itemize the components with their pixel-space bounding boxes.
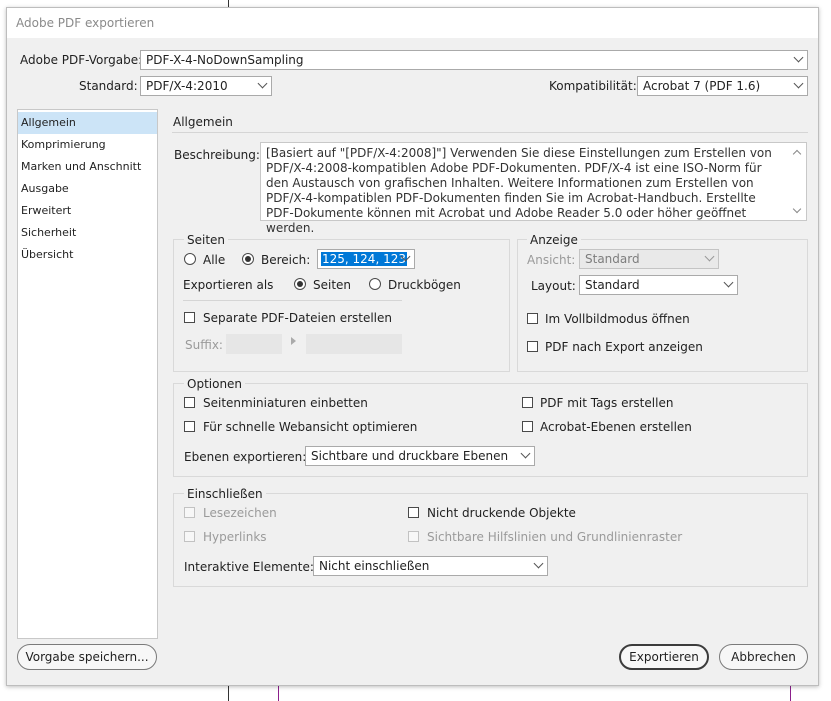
non-printing-objects-checkbox[interactable] bbox=[408, 507, 419, 518]
interactive-elements-value: Nicht einschließen bbox=[319, 559, 430, 573]
window-title: Adobe PDF exportieren bbox=[16, 16, 155, 30]
scroll-down-icon[interactable] bbox=[792, 204, 802, 214]
description-label: Beschreibung: bbox=[174, 148, 260, 162]
standard-value: PDF/X-4:2010 bbox=[146, 79, 228, 93]
title-divider bbox=[172, 132, 808, 133]
section-title: Allgemein bbox=[173, 115, 233, 129]
background-guide-line bbox=[278, 686, 279, 701]
thumbnails-checkbox[interactable] bbox=[184, 397, 195, 408]
visible-guides-checkbox[interactable] bbox=[408, 531, 419, 542]
fullscreen-checkbox[interactable] bbox=[527, 313, 538, 324]
chevron-down-icon bbox=[520, 448, 531, 459]
sidebar-item-marken-und-anschnitt[interactable]: Marken und Anschnitt bbox=[18, 156, 157, 178]
export-as-label: Exportieren als bbox=[183, 278, 274, 292]
bookmarks-checkbox[interactable] bbox=[184, 507, 195, 518]
suffix-input[interactable] bbox=[226, 334, 282, 354]
background-guide-line bbox=[228, 0, 229, 7]
all-pages-label: Alle bbox=[203, 253, 226, 267]
separate-pdf-checkbox[interactable] bbox=[184, 312, 195, 323]
acrobat-layers-label: Acrobat-Ebenen erstellen bbox=[540, 420, 692, 434]
sidebar-item-ausgabe[interactable]: Ausgabe bbox=[18, 178, 157, 200]
tagged-pdf-checkbox[interactable] bbox=[522, 397, 533, 408]
chevron-down-icon bbox=[793, 78, 804, 89]
fullscreen-label: Im Vollbildmodus öffnen bbox=[545, 312, 690, 326]
compatibility-dropdown[interactable]: Acrobat 7 (PDF 1.6) bbox=[637, 76, 808, 96]
view-label: Ansicht: bbox=[527, 253, 576, 267]
scroll-up-icon[interactable] bbox=[792, 149, 802, 159]
standard-label: Standard: bbox=[79, 79, 138, 93]
layout-label: Layout: bbox=[531, 279, 576, 293]
cancel-button[interactable]: Abbrechen bbox=[719, 644, 808, 670]
export-layers-label: Ebenen exportieren: bbox=[184, 450, 307, 464]
sidebar-item-sicherheit[interactable]: Sicherheit bbox=[18, 222, 157, 244]
save-preset-button[interactable]: Vorgabe speichern... bbox=[17, 644, 157, 670]
preset-label: Adobe PDF-Vorgabe: bbox=[20, 53, 143, 67]
sidebar-item-uebersicht[interactable]: Übersicht bbox=[18, 244, 157, 266]
chevron-down-icon bbox=[533, 558, 544, 569]
export-pdf-dialog: Adobe PDF exportieren Adobe PDF-Vorgabe:… bbox=[6, 7, 819, 686]
description-scrollbar[interactable] bbox=[788, 143, 806, 220]
title-bar[interactable]: Adobe PDF exportieren bbox=[7, 8, 818, 38]
compatibility-value: Acrobat 7 (PDF 1.6) bbox=[643, 79, 761, 93]
compatibility-label: Kompatibilität: bbox=[549, 79, 637, 93]
chevron-down-icon bbox=[723, 277, 734, 288]
background-guide-line bbox=[790, 686, 791, 701]
thumbnails-label: Seitenminiaturen einbetten bbox=[203, 396, 368, 410]
fast-web-view-checkbox[interactable] bbox=[184, 421, 195, 432]
play-arrow-icon bbox=[291, 337, 296, 345]
pages-divider bbox=[183, 300, 402, 301]
range-label: Bereich: bbox=[261, 253, 311, 267]
export-layers-dropdown[interactable]: Sichtbare und druckbare Ebenen bbox=[305, 446, 535, 466]
tagged-pdf-label: PDF mit Tags erstellen bbox=[540, 396, 674, 410]
view-after-export-checkbox[interactable] bbox=[527, 341, 538, 352]
chevron-down-icon bbox=[704, 251, 715, 262]
page-range-value: 125, 124, 123 bbox=[321, 252, 407, 266]
category-sidebar: Allgemein Komprimierung Marken und Ansch… bbox=[17, 109, 158, 639]
bookmarks-label: Lesezeichen bbox=[203, 506, 277, 520]
description-text-area[interactable]: [Basiert auf "[PDF/X-4:2008]"] Verwenden… bbox=[260, 142, 807, 235]
preset-value: PDF-X-4-NoDownSampling bbox=[146, 53, 304, 67]
preset-dropdown[interactable]: PDF-X-4-NoDownSampling bbox=[140, 50, 808, 70]
all-pages-radio[interactable] bbox=[184, 253, 196, 265]
layout-value: Standard bbox=[585, 278, 640, 292]
standard-dropdown[interactable]: PDF/X-4:2010 bbox=[140, 76, 272, 96]
range-radio[interactable] bbox=[242, 253, 254, 265]
interactive-elements-dropdown[interactable]: Nicht einschließen bbox=[313, 556, 548, 576]
chevron-down-icon bbox=[257, 78, 268, 89]
background-guide-line bbox=[228, 686, 229, 701]
acrobat-layers-checkbox[interactable] bbox=[522, 421, 533, 432]
page-range-input[interactable]: 125, 124, 123 bbox=[317, 249, 415, 269]
separate-pdf-label: Separate PDF-Dateien erstellen bbox=[203, 311, 392, 325]
options-group-title: Optionen bbox=[184, 377, 246, 391]
sidebar-item-allgemein[interactable]: Allgemein bbox=[18, 112, 157, 134]
hyperlinks-checkbox[interactable] bbox=[184, 531, 195, 542]
export-pages-label: Seiten bbox=[313, 278, 352, 292]
description-text: [Basiert auf "[PDF/X-4:2008]"] Verwenden… bbox=[266, 146, 772, 235]
fast-web-view-label: Für schnelle Webansicht optimieren bbox=[203, 420, 418, 434]
chevron-down-icon bbox=[793, 52, 804, 63]
suffix-label: Suffix: bbox=[185, 338, 223, 352]
view-value: Standard bbox=[585, 252, 640, 266]
sidebar-item-komprimierung[interactable]: Komprimierung bbox=[18, 134, 157, 156]
export-button[interactable]: Exportieren bbox=[619, 644, 709, 670]
include-group-title: Einschließen bbox=[184, 487, 266, 501]
non-printing-objects-label: Nicht druckende Objekte bbox=[427, 506, 576, 520]
pages-group-title: Seiten bbox=[184, 233, 229, 247]
view-dropdown[interactable]: Standard bbox=[579, 249, 719, 269]
export-spreads-label: Druckbögen bbox=[388, 278, 461, 292]
display-group-title: Anzeige bbox=[527, 233, 581, 247]
sidebar-item-erweitert[interactable]: Erweitert bbox=[18, 200, 157, 222]
layout-dropdown[interactable]: Standard bbox=[579, 275, 738, 295]
interactive-elements-label: Interaktive Elemente: bbox=[184, 560, 314, 574]
export-layers-value: Sichtbare und druckbare Ebenen bbox=[311, 449, 509, 463]
suffix-token-input[interactable] bbox=[306, 334, 402, 354]
export-pages-radio[interactable] bbox=[294, 278, 306, 290]
view-after-export-label: PDF nach Export anzeigen bbox=[545, 340, 703, 354]
export-spreads-radio[interactable] bbox=[369, 278, 381, 290]
hyperlinks-label: Hyperlinks bbox=[203, 530, 267, 544]
visible-guides-label: Sichtbare Hilfslinien und Grundlinienras… bbox=[427, 530, 683, 544]
